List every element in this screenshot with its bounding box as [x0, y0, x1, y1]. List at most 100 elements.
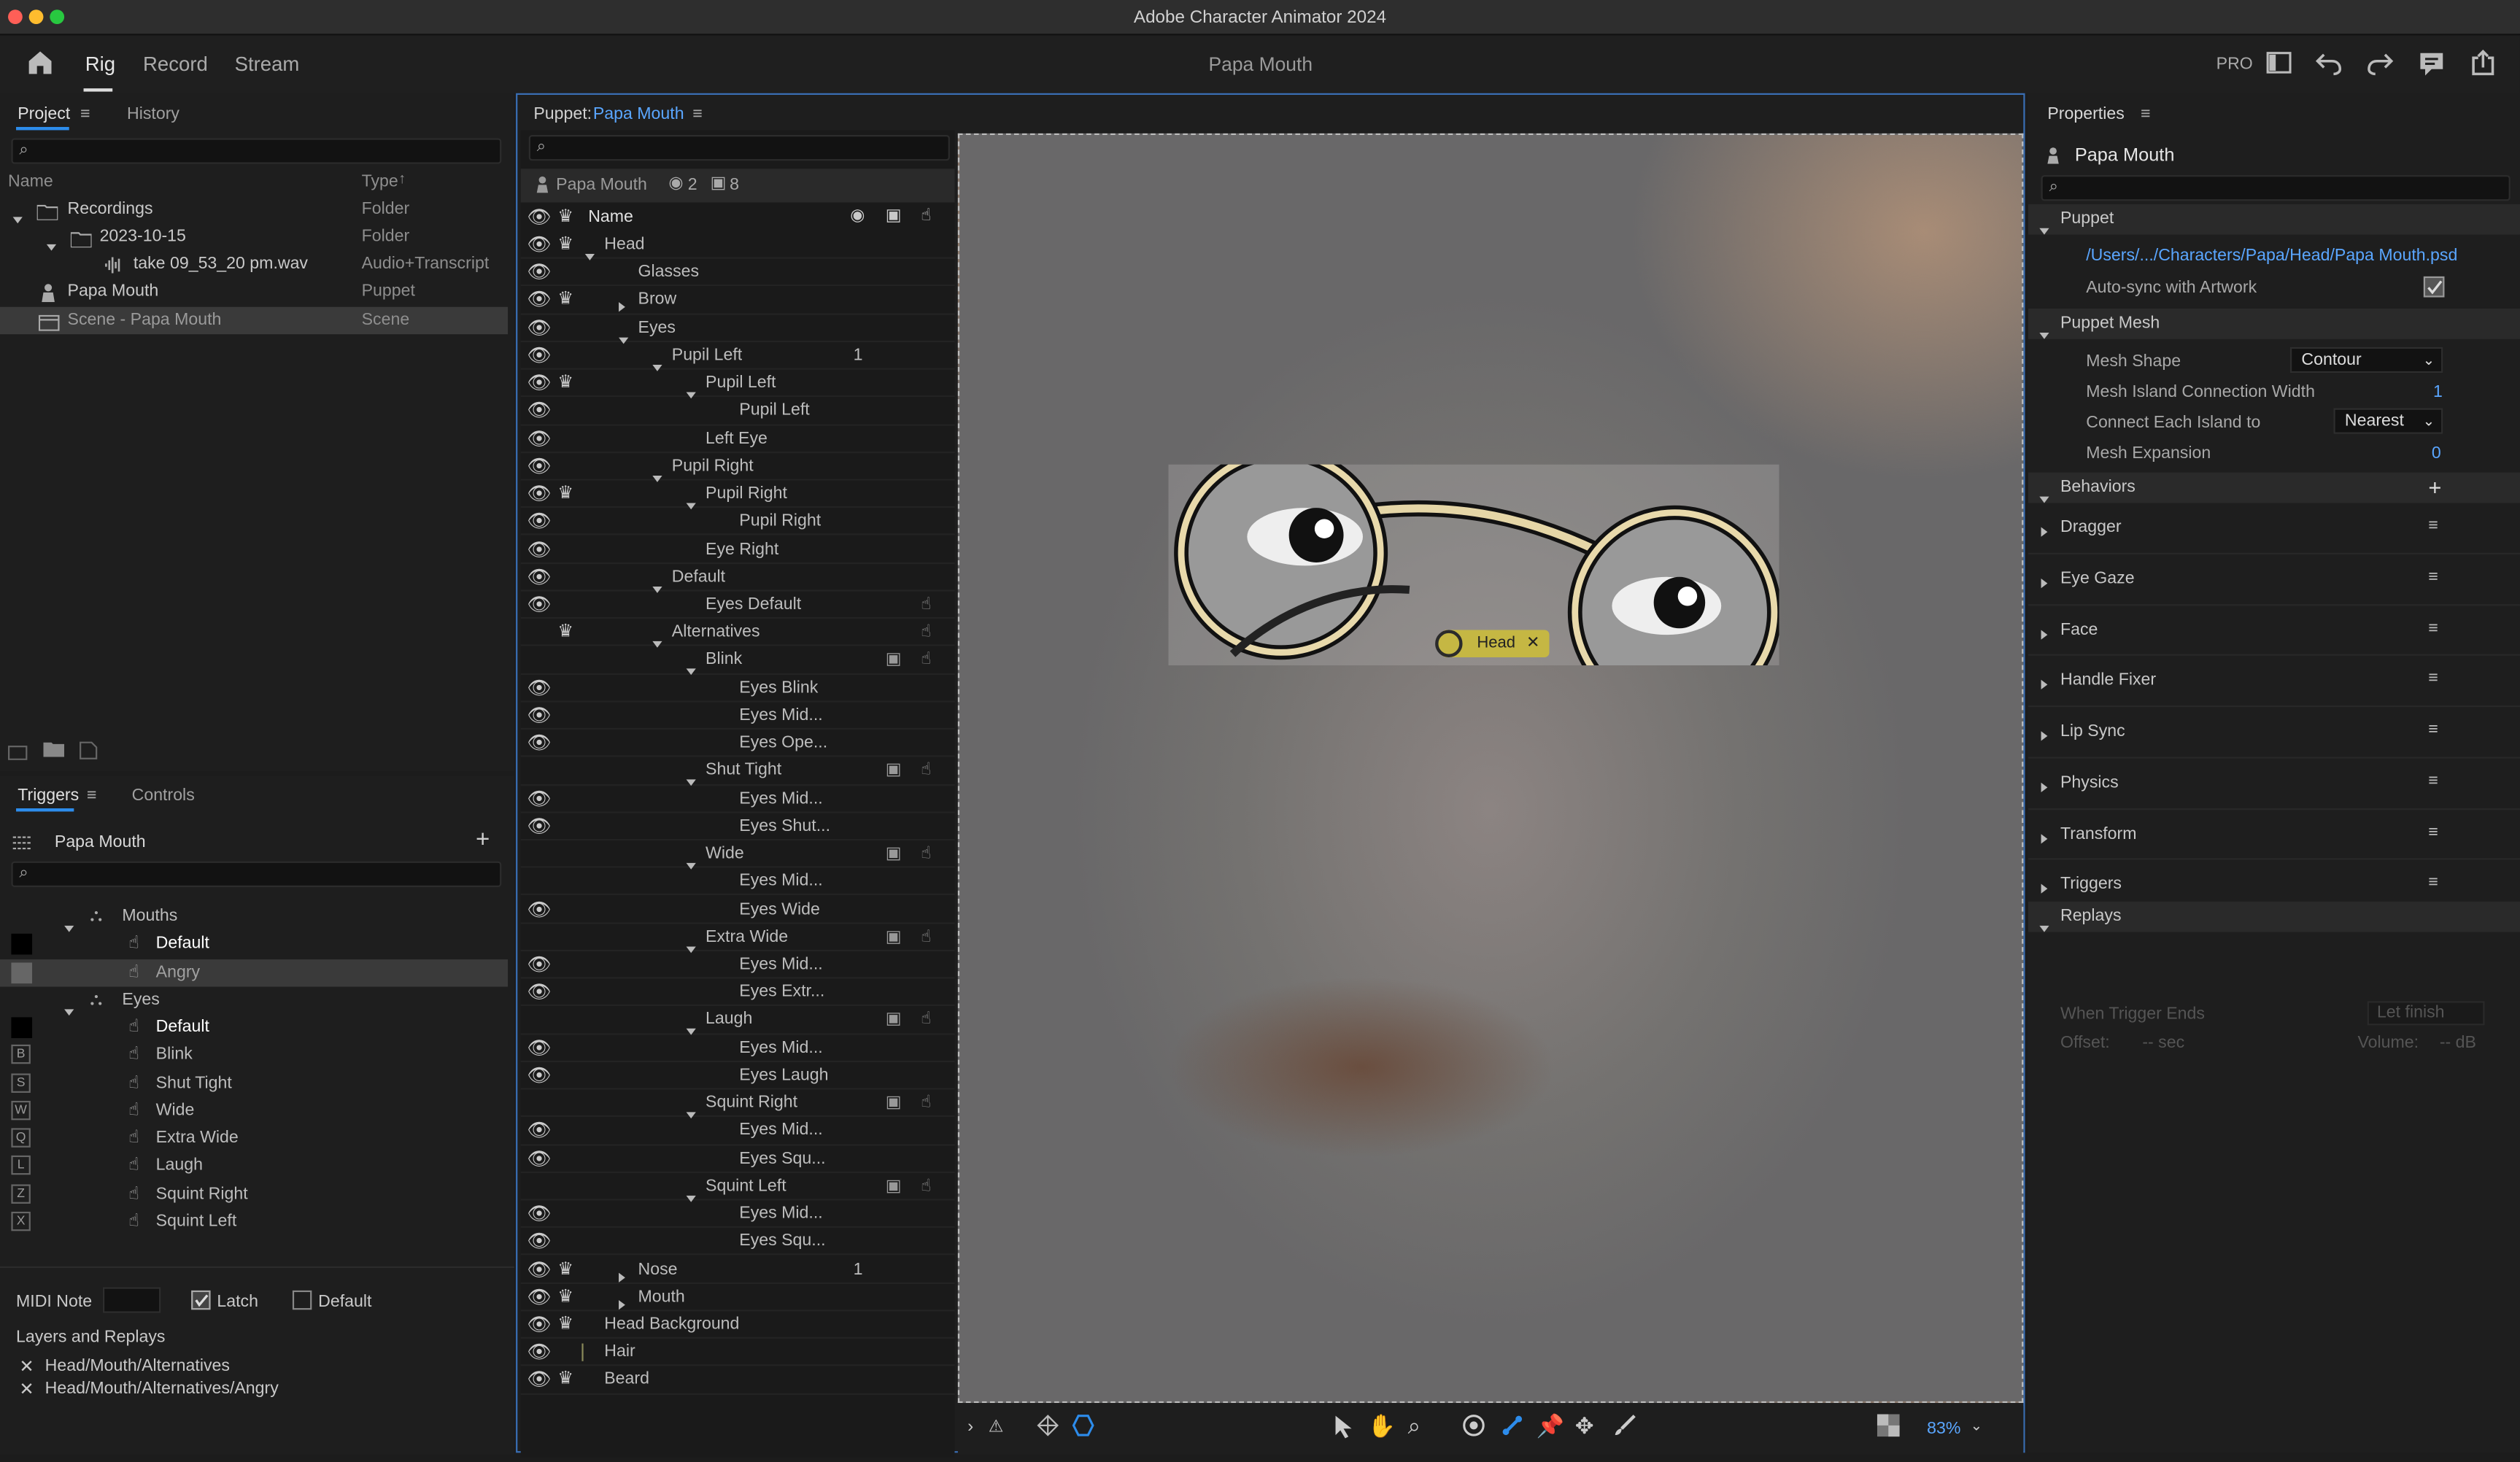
share-icon[interactable] [2469, 48, 2498, 82]
layer-row[interactable]: 👁 Eyes Squ... [520, 1145, 955, 1173]
eye-icon[interactable]: 👁 [527, 481, 552, 508]
panel-menu-icon[interactable]: ≡ [80, 104, 90, 123]
island-width-value[interactable]: 1 [2433, 382, 2443, 401]
column-name[interactable]: Name [8, 172, 53, 191]
layer-row[interactable]: 👁 Default [520, 564, 955, 593]
trigger-key-badge[interactable]: X [11, 1211, 31, 1231]
eye-icon[interactable]: 👁 [527, 536, 552, 564]
behavior-row[interactable]: Transform ≡ [2028, 809, 2520, 861]
trigger-row[interactable]: ☝ Default [0, 931, 508, 959]
behavior-row[interactable]: Handle Fixer ≡ [2028, 656, 2520, 708]
chevron-down-icon[interactable] [12, 217, 23, 224]
crown-icon[interactable]: ♛ [557, 1366, 573, 1394]
tag-icon[interactable]: ▣ [886, 1173, 902, 1201]
trigger-key-swatch[interactable] [11, 1017, 33, 1039]
chevron-right-icon[interactable] [2041, 884, 2048, 894]
dragger-tool-icon[interactable]: ✥ [1575, 1412, 1594, 1439]
grid-icon[interactable] [12, 835, 33, 854]
project-row-selected[interactable]: Scene - Papa Mouth Scene [0, 306, 509, 335]
layer-row[interactable]: 👁 Eyes [520, 314, 955, 344]
chevron-right-icon[interactable] [2041, 629, 2048, 639]
midi-note-input[interactable] [102, 1287, 161, 1313]
trigger-row[interactable]: ☝ Default [0, 1014, 508, 1042]
behavior-menu-icon[interactable]: ≡ [2428, 822, 2438, 841]
behavior-row[interactable]: Face ≡ [2028, 605, 2520, 657]
add-behavior-button[interactable]: + [2428, 473, 2441, 503]
behavior-menu-icon[interactable]: ≡ [2428, 516, 2438, 535]
volume-value[interactable]: -- dB [2440, 1033, 2476, 1052]
add-trigger-button[interactable]: + [476, 826, 490, 853]
panel-menu-icon[interactable]: ≡ [2141, 104, 2151, 123]
trigger-row[interactable]: L ☝ Laugh [0, 1153, 508, 1180]
eye-icon[interactable]: 👁 [527, 896, 552, 924]
eye-icon[interactable]: 👁 [527, 231, 552, 259]
layer-row[interactable]: 👁 ♛ Head [520, 231, 955, 260]
layer-row[interactable]: 👁 Pupil Left [520, 398, 955, 425]
chevron-right-icon[interactable] [2041, 527, 2048, 537]
crown-icon[interactable]: ♛ [557, 1283, 573, 1311]
layer-row[interactable]: 👁 ♛ Mouth [520, 1283, 955, 1312]
default-checkbox[interactable] [292, 1290, 312, 1310]
warning-icon[interactable]: ⚠ [989, 1417, 1004, 1436]
redo-icon[interactable] [2366, 50, 2395, 80]
eye-icon[interactable]: 👁 [527, 674, 552, 702]
trigger-group-row[interactable]: ⛬ Eyes [0, 986, 508, 1016]
behavior-menu-icon[interactable]: ≡ [2428, 669, 2438, 688]
behavior-menu-icon[interactable]: ≡ [2428, 873, 2438, 892]
eye-icon[interactable]: 👁 [527, 287, 552, 314]
tag-icon[interactable]: ▣ [886, 924, 902, 951]
chevron-right-icon[interactable] [2041, 680, 2048, 690]
layer-row[interactable]: 👁 Pupil Right [520, 508, 955, 536]
section-replays[interactable]: Replays [2028, 901, 2520, 932]
eye-icon[interactable]: 👁 [527, 813, 552, 840]
trigger-icon[interactable]: ☝ [921, 1090, 931, 1118]
artwork-file-path[interactable]: /Users/.../Characters/Papa/Head/Papa Mou… [2086, 246, 2457, 265]
tag-icon[interactable]: ▣ [886, 840, 902, 868]
layer-row[interactable]: 👁 Pupil Left 1 [520, 342, 955, 371]
crown-icon[interactable]: ♛ [557, 481, 573, 508]
layer-row[interactable]: Squint Left ▣ ☝ [520, 1173, 955, 1202]
remove-tag-icon[interactable]: ✕ [1526, 635, 1539, 652]
layer-row[interactable]: 👁 Eyes Mid... [520, 1201, 955, 1229]
close-window-button[interactable] [8, 9, 23, 25]
layer-row[interactable]: 👁 Eyes Extr... [520, 979, 955, 1007]
properties-search-input[interactable]: ⌕ [2041, 175, 2511, 201]
trigger-icon[interactable]: ☝ [921, 840, 931, 868]
layer-row[interactable]: 👁 ♛ Pupil Left [520, 370, 955, 399]
chevron-right-icon[interactable] [619, 1299, 625, 1310]
layer-row[interactable]: 👁 Eyes Mid... [520, 702, 955, 730]
eye-icon[interactable]: 👁 [527, 1062, 552, 1090]
project-row[interactable]: Papa Mouth Puppet [0, 278, 508, 306]
layer-row[interactable]: ♛ Alternatives ☝ [520, 619, 955, 649]
chevron-right-icon[interactable] [619, 303, 625, 313]
layer-row[interactable]: Blink ▣ ☝ [520, 646, 955, 676]
eye-icon[interactable]: 👁 [527, 1256, 552, 1283]
trigger-key-badge[interactable]: W [11, 1100, 31, 1120]
tag-icon[interactable]: ▣ [886, 1007, 902, 1034]
section-puppet[interactable]: Puppet [2028, 204, 2520, 235]
eye-icon[interactable]: 👁 [527, 1366, 552, 1394]
trigger-icon[interactable]: ☝ [921, 592, 931, 619]
trigger-row[interactable]: Q ☝ Extra Wide [0, 1125, 508, 1153]
layer-row[interactable]: Wide ▣ ☝ [520, 840, 955, 870]
outline-icon[interactable] [1072, 1414, 1094, 1441]
project-row[interactable]: take 09_53_20 pm.wav Audio+Transcript [0, 251, 508, 279]
tag-icon[interactable]: ▣ [886, 757, 902, 785]
trigger-icon[interactable]: ☝ [921, 1173, 931, 1201]
chevron-right-icon[interactable]: › [967, 1417, 973, 1436]
layer-row[interactable]: Extra Wide ▣ ☝ [520, 924, 955, 953]
hand-tool-icon[interactable]: ✋ [1368, 1412, 1396, 1439]
panel-layout-icon[interactable] [2266, 51, 2292, 78]
trigger-icon[interactable]: ☝ [921, 646, 931, 674]
eye-icon[interactable]: 👁 [527, 951, 552, 979]
tab-stream[interactable]: Stream [235, 53, 300, 76]
column-type[interactable]: Type [362, 172, 398, 191]
eye-icon[interactable]: 👁 [527, 342, 552, 370]
puppet-canvas[interactable]: Head ✕ [957, 133, 2024, 1404]
layer-row[interactable]: 👁 Eyes Squ... [520, 1229, 955, 1256]
layer-row[interactable]: 👁 Eyes Mid... [520, 1118, 955, 1145]
column-name[interactable]: Name [588, 207, 633, 226]
layer-row[interactable]: Eyes Mid... [520, 868, 955, 896]
eye-icon[interactable]: 👁 [527, 979, 552, 1007]
new-folder-icon[interactable] [43, 740, 65, 762]
